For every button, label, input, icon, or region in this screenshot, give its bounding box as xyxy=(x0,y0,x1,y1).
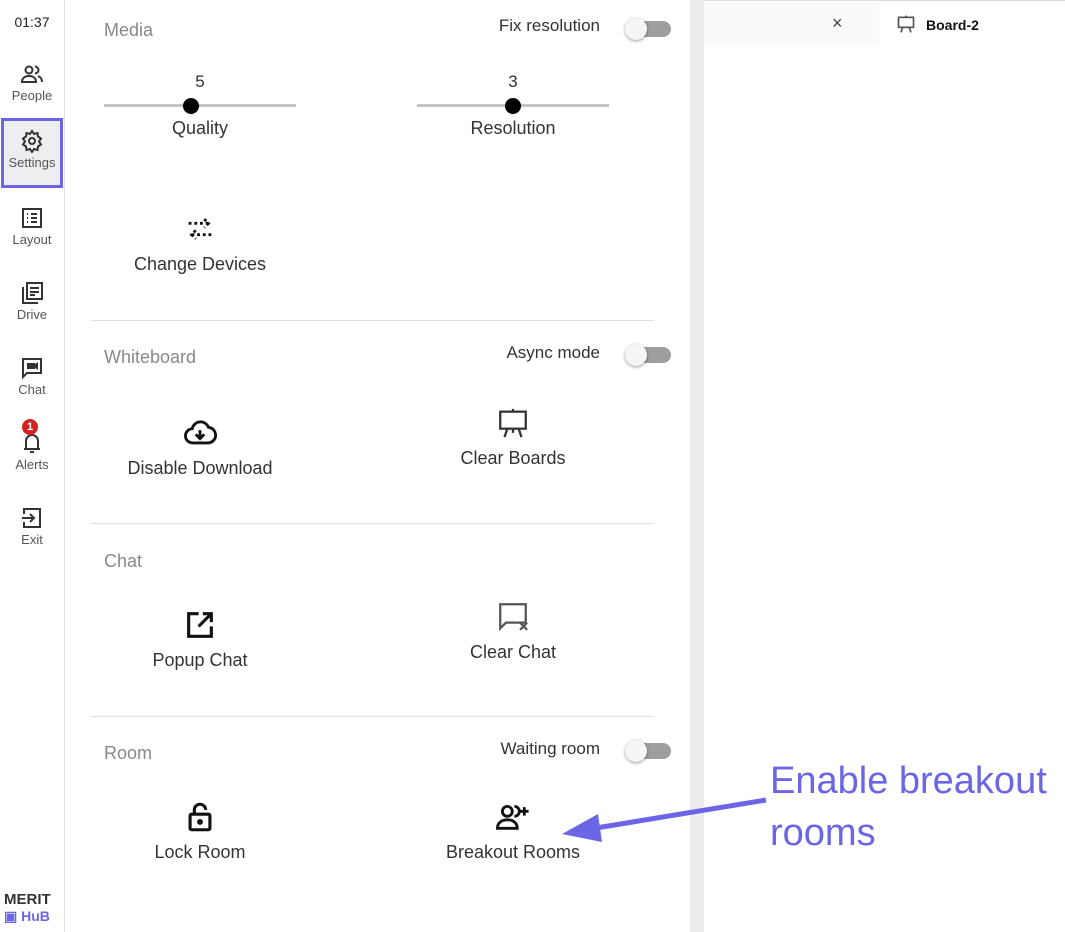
annotation-arrow xyxy=(562,797,767,842)
